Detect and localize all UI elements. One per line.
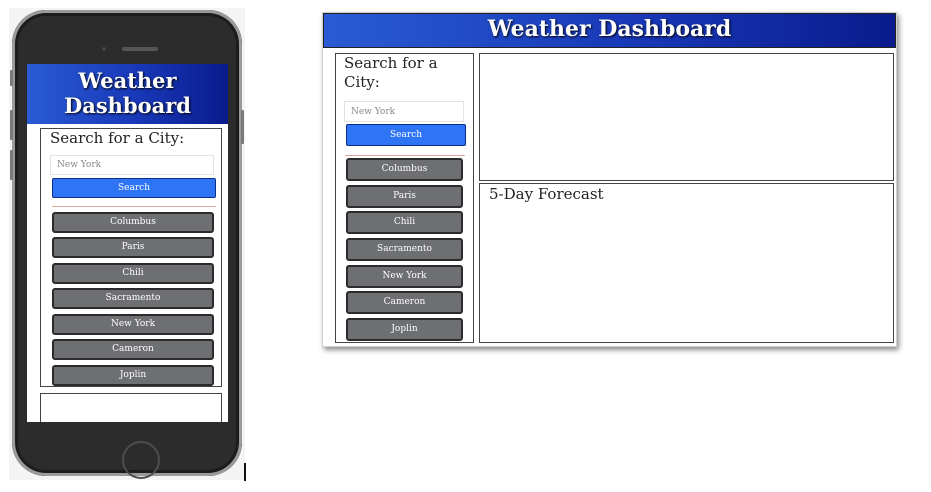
divider-line (244, 463, 246, 481)
phone-volume-down (10, 150, 13, 180)
desktop-search-heading: Search for a City: (344, 54, 438, 91)
mobile-search-input[interactable] (50, 155, 214, 175)
desktop-city-button-paris[interactable]: Paris (346, 185, 463, 208)
phone-silent-switch (10, 70, 13, 86)
desktop-forecast-panel: 5-Day Forecast (479, 183, 894, 343)
desktop-city-button-cameron[interactable]: Cameron (346, 291, 463, 314)
mobile-divider (52, 206, 216, 207)
mobile-city-button-joplin[interactable]: Joplin (52, 365, 214, 386)
phone-power-button (241, 110, 244, 144)
mobile-city-button-columbus[interactable]: Columbus (52, 212, 214, 233)
mobile-search-button[interactable]: Search (52, 178, 216, 198)
desktop-city-button-joplin[interactable]: Joplin (346, 318, 463, 341)
desktop-city-button-chili[interactable]: Chili (346, 211, 463, 234)
desktop-search-input[interactable] (344, 101, 464, 122)
phone-speaker (122, 47, 158, 51)
desktop-search-button[interactable]: Search (346, 124, 466, 146)
mobile-city-button-chili[interactable]: Chili (52, 263, 214, 284)
mobile-search-panel: Search for a City: Search Columbus Paris… (40, 128, 222, 387)
phone-volume-up (10, 110, 13, 140)
mobile-city-button-new-york[interactable]: New York (52, 314, 214, 335)
desktop-search-panel: Search for a City: Search Columbus Paris… (335, 53, 474, 343)
mobile-title-line2: Dashboard (64, 93, 191, 118)
mobile-header: Weather Dashboard (27, 64, 228, 124)
forecast-heading: 5-Day Forecast (489, 185, 604, 203)
phone-home-button[interactable] (122, 441, 160, 479)
mobile-search-heading: Search for a City: (50, 129, 185, 147)
mobile-screen: Weather Dashboard Search for a City: Sea… (27, 64, 228, 422)
desktop-city-button-sacramento[interactable]: Sacramento (346, 238, 463, 261)
mobile-city-button-cameron[interactable]: Cameron (52, 339, 214, 360)
desktop-divider (345, 155, 465, 156)
mobile-city-button-sacramento[interactable]: Sacramento (52, 288, 214, 309)
desktop-city-button-columbus[interactable]: Columbus (346, 158, 463, 181)
mobile-city-button-paris[interactable]: Paris (52, 237, 214, 258)
desktop-current-weather-panel (479, 53, 894, 181)
mobile-title-line1: Weather (78, 68, 177, 93)
desktop-header: Weather Dashboard (323, 13, 896, 48)
desktop-mockup: Weather Dashboard Search for a City: Sea… (322, 12, 897, 347)
desktop-city-button-new-york[interactable]: New York (346, 265, 463, 288)
mobile-current-weather-panel (40, 393, 222, 422)
phone-camera-icon (102, 47, 106, 51)
